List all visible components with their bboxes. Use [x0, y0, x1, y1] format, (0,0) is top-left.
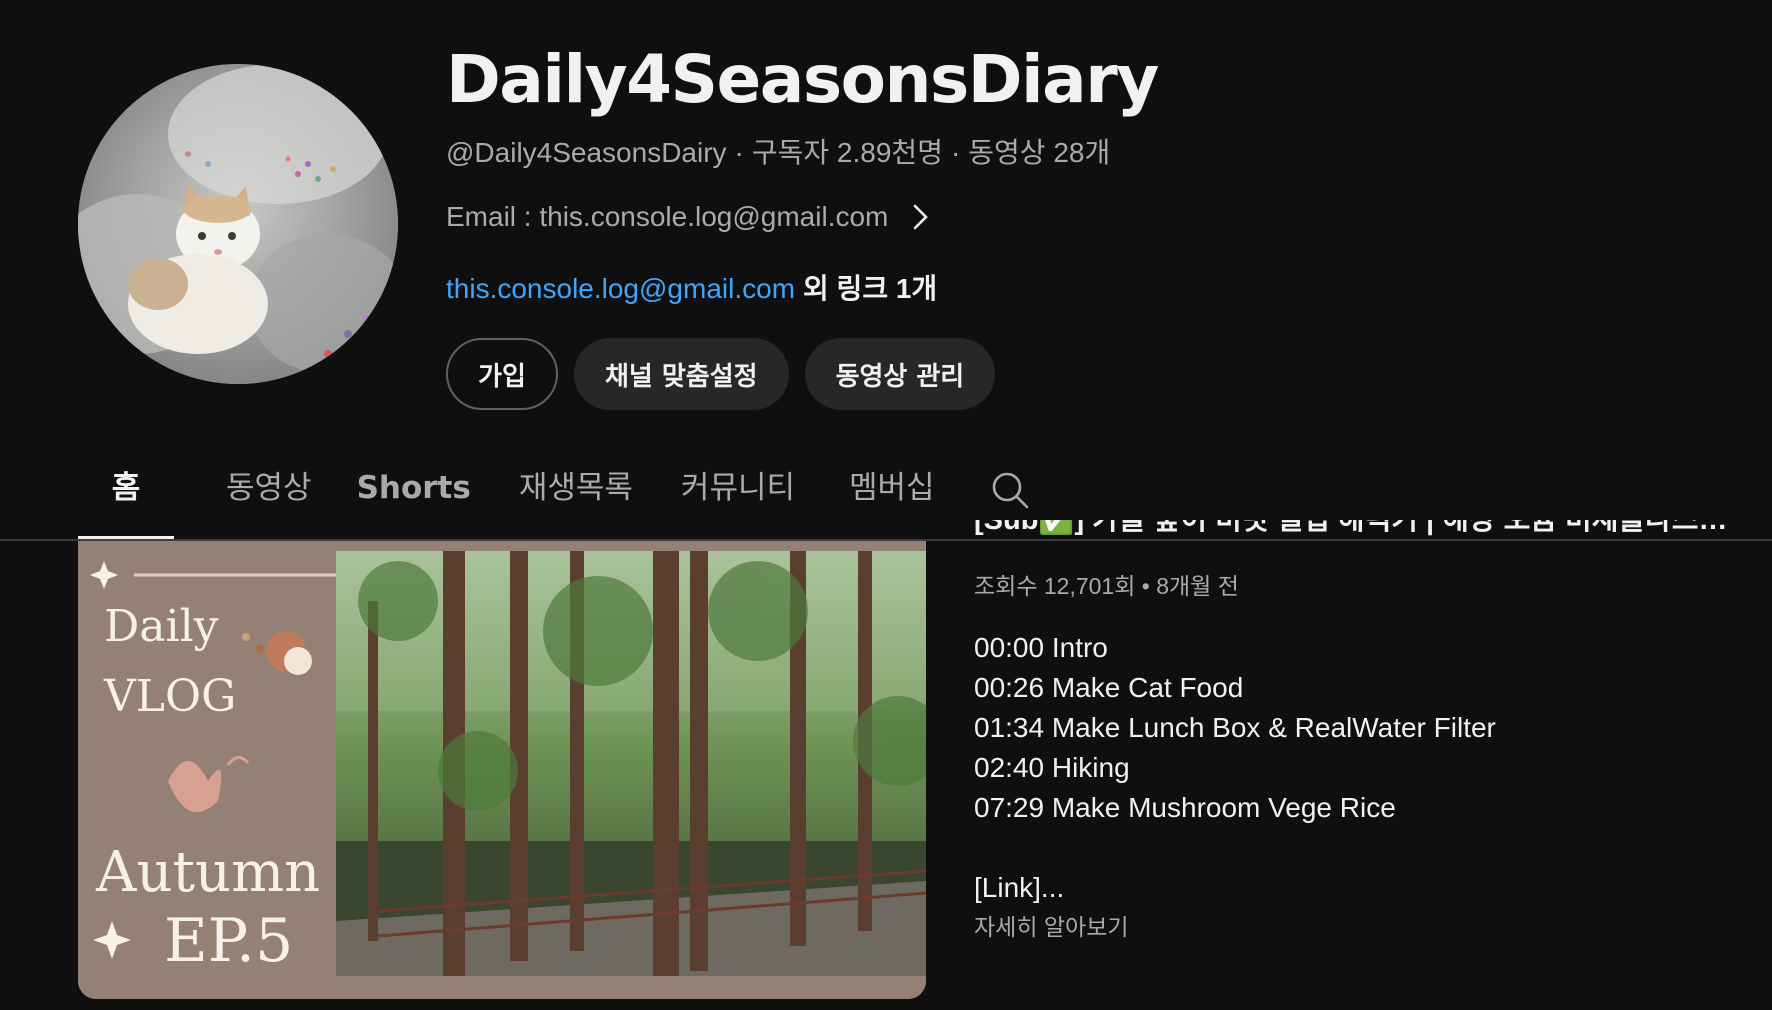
meta-separator: ·: [734, 137, 744, 168]
channel-meta: @Daily4SeasonsDairy · 구독자 2.89천명 · 동영상 28개: [446, 136, 1726, 170]
tab-home[interactable]: 홈: [78, 456, 174, 540]
chevron-right-icon: [910, 200, 936, 234]
channel-tabs: 홈 동영상 Shorts 재생목록 커뮤니티 멤버십: [78, 456, 1029, 540]
tab-playlists[interactable]: 재생목록: [519, 456, 633, 540]
featured-video-title[interactable]: [Sub✅] 가을 숲이 비릿 필립 해력기 | 해상 오늄 미세플라스틱 값이…: [974, 520, 1754, 538]
channel-avatar[interactable]: [78, 64, 398, 384]
featured-video-stats: 조회수 12,701회 • 8개월 전: [974, 573, 1239, 599]
description-line: 07:29 Make Mushroom Vege Rice: [974, 792, 1396, 823]
channel-handle: @Daily4SeasonsDairy: [446, 137, 727, 168]
more-links[interactable]: 외 링크 1개: [803, 273, 937, 304]
channel-about[interactable]: Email : this.console.log@gmail.com: [446, 200, 1726, 234]
description-line: 02:40 Hiking: [974, 752, 1130, 783]
search-icon[interactable]: [990, 470, 1030, 510]
tab-shorts[interactable]: Shorts: [357, 456, 471, 540]
thumbnail-text-ep: EP.5: [164, 906, 293, 976]
channel-info: Daily4SeasonsDiary @Daily4SeasonsDairy · 구…: [446, 40, 1726, 410]
thumbnail-text-vlog: VLOG: [103, 671, 236, 722]
read-more-link[interactable]: 자세히 알아보기: [974, 910, 1754, 944]
about-text: Email : this.console.log@gmail.com: [446, 201, 889, 232]
channel-title: Daily4SeasonsDiary: [446, 41, 1159, 118]
thumbnail-text-daily: Daily: [104, 601, 219, 652]
tab-videos[interactable]: 동영상: [226, 456, 312, 540]
manage-videos-button[interactable]: 동영상 관리: [804, 338, 996, 410]
description-line: 00:26 Make Cat Food: [974, 672, 1244, 703]
description-line: 01:34 Make Lunch Box & RealWater Filter: [974, 712, 1496, 743]
join-button[interactable]: 가입: [446, 338, 558, 410]
featured-video-description: 00:00 Intro 00:26 Make Cat Food 01:34 Ma…: [974, 628, 1754, 908]
tab-community[interactable]: 커뮤니티: [681, 456, 795, 540]
thumbnail-text-autumn: Autumn: [95, 840, 320, 905]
featured-video-thumbnail[interactable]: Daily VLOG Autumn EP.5: [78, 541, 926, 999]
customize-channel-button[interactable]: 채널 맞춤설정: [574, 338, 789, 410]
channel-links: this.console.log@gmail.com 외 링크 1개: [446, 272, 1726, 306]
featured-video-info: [Sub✅] 가을 숲이 비릿 필립 해력기 | 해상 오늄 미세플라스틱 값이…: [974, 520, 1754, 944]
video-count: 동영상 28개: [968, 137, 1111, 168]
subscriber-count: 구독자 2.89천명: [751, 137, 943, 168]
thumbnail-image: Daily VLOG Autumn EP.5: [78, 541, 926, 999]
channel-actions: 가입 채널 맞춤설정 동영상 관리: [446, 338, 1726, 410]
avatar-image: [78, 64, 398, 384]
tab-membership[interactable]: 멤버십: [849, 456, 935, 540]
description-line: 00:00 Intro: [974, 632, 1108, 663]
meta-separator: ·: [950, 137, 961, 168]
description-link: [Link]...: [974, 872, 1065, 903]
video-title-clip: [Sub✅] 가을 숲이 비릿 필립 해력기 | 해상 오늄 미세플라스틱 값이…: [974, 520, 1754, 560]
channel-link[interactable]: this.console.log@gmail.com: [446, 273, 795, 304]
